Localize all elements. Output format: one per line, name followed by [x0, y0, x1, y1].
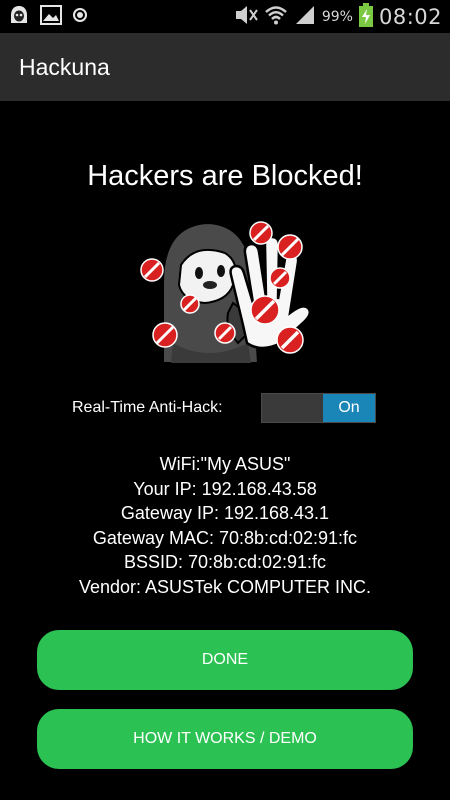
hacker-blocked-illustration — [133, 213, 318, 364]
signal-icon — [294, 5, 316, 29]
bssid: BSSID: 70:8b:cd:02:91:fc — [123, 552, 327, 573]
app-title: Hackuna — [19, 54, 110, 80]
wifi-name: WiFi:"My ASUS" — [159, 454, 291, 474]
toggle-on-thumb: On — [323, 394, 375, 422]
anti-hack-toggle[interactable]: On — [261, 393, 376, 423]
gallery-icon — [40, 5, 62, 29]
clock: 08:02 — [378, 5, 442, 29]
battery-charging-icon — [358, 3, 373, 31]
gateway-mac: Gateway MAC: 70:8b:cd:02:91:fc — [92, 527, 358, 548]
anti-hack-toggle-row: Real-Time Anti-Hack: On — [0, 393, 450, 423]
vendor: Vendor: ASUSTek COMPUTER INC. — [78, 576, 372, 597]
network-info: WiFi:"My ASUS" Your IP: 192.168.43.58 Ga… — [0, 452, 450, 600]
how-it-works-button[interactable]: HOW IT WORKS / DEMO — [37, 709, 413, 769]
done-button[interactable]: DONE — [37, 630, 413, 690]
record-icon — [72, 7, 88, 27]
battery-percent: 99% — [321, 9, 353, 25]
status-bar: 99% 08:02 — [0, 0, 450, 33]
anti-hack-label: Real-Time Anti-Hack: — [72, 399, 223, 416]
app-bar: Hackuna — [0, 33, 450, 101]
mute-icon — [234, 4, 258, 30]
status-headline: Hackers are Blocked! — [87, 160, 363, 192]
wifi-icon — [264, 4, 288, 30]
hackuna-notification-icon — [8, 4, 30, 30]
gateway-ip: Gateway IP: 192.168.43.1 — [120, 503, 330, 524]
your-ip: Your IP: 192.168.43.58 — [133, 478, 317, 499]
